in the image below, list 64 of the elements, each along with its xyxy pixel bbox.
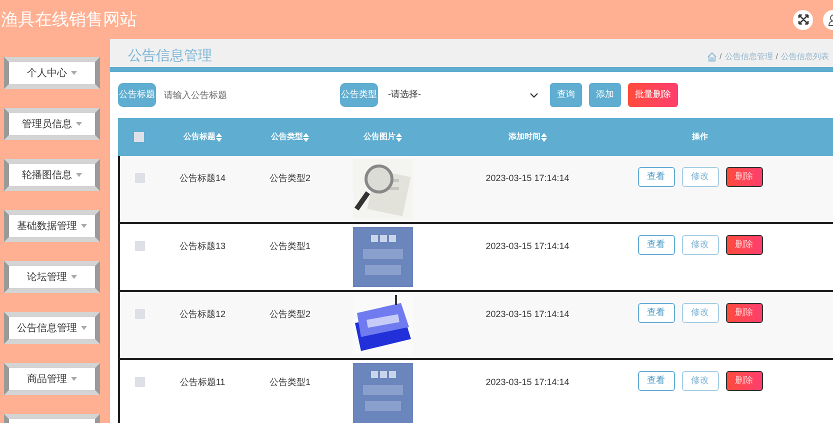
row-action-button[interactable]: 修改 [682,167,718,187]
title-search-field[interactable]: 请输入公告标题 [164,83,314,107]
column-header[interactable]: 公告标题 [184,131,222,143]
toolbar-button[interactable]: 查询 [550,83,582,107]
table-cell-text: 公告标题11 [180,376,226,389]
column-header[interactable]: 公告图片 [364,131,402,143]
table-cell-text: 公告类型2 [269,172,310,185]
sidebar-menu-button[interactable]: 商品管理 [4,363,100,395]
sidebar-menu-button[interactable]: 轮播图信息 [4,159,100,191]
breadcrumb-separator: / [776,51,778,63]
row-action-button[interactable]: 删除 [726,371,762,391]
checkbox[interactable] [135,173,145,183]
sidebar-menu-button[interactable]: 论坛管理 [4,261,100,293]
row-action-button[interactable]: 删除 [726,303,762,323]
page-title: 公告信息管理 [128,46,212,65]
sidebar-menu-button[interactable]: 个人中心 [4,57,100,89]
home-icon[interactable] [706,52,717,62]
table-cell-text: 公告类型1 [269,240,310,253]
row-action-button[interactable]: 查看 [638,235,674,255]
caret-icon [81,326,87,330]
caret-icon [76,122,82,126]
field-label: 公告标题 [118,83,156,107]
row-action-button[interactable]: 查看 [638,167,674,187]
sidebar-menu-button[interactable]: 公告信息管理 [4,312,100,344]
table-cell-text: 公告类型1 [269,376,310,389]
field-label: 公告类型 [340,83,378,107]
checkbox[interactable] [135,377,145,387]
toolbar-button[interactable]: 批量删除 [628,83,678,107]
checkbox[interactable] [134,132,144,142]
breadcrumb-link[interactable]: 公告信息列表 [781,51,829,63]
row-action-button[interactable]: 修改 [682,303,718,323]
table-cell-text: 2023-03-15 17:14:14 [486,376,570,389]
table-cell-text: 2023-03-15 17:14:14 [486,240,570,253]
caret-icon [81,224,87,228]
table-cell-text: 公告标题14 [179,172,226,185]
caret-icon [71,275,77,279]
caret-icon [71,71,77,75]
table-cell-text: 公告标题12 [179,308,226,321]
row-action-button[interactable]: 查看 [638,303,674,323]
caret-icon [76,173,82,177]
table-cell-text: 公告标题13 [179,240,226,253]
fullscreen-icon[interactable] [793,10,813,30]
sidebar-menu-button[interactable]: 管理员信息 [4,108,100,140]
breadcrumb-link[interactable]: 公告信息管理 [724,51,773,63]
column-header[interactable]: 公告类型 [271,131,309,143]
row-action-button[interactable]: 修改 [682,235,718,255]
row-action-button[interactable]: 删除 [726,167,762,187]
column-header: 操作 [692,131,708,143]
table-cell-text: 2023-03-15 17:14:14 [486,172,570,185]
chevron-down-icon [530,92,538,98]
sidebar-menu-button[interactable]: 基础数据管理 [4,210,100,242]
row-action-button[interactable]: 修改 [682,371,718,391]
checkbox[interactable] [135,241,145,251]
site-title: 渔具在线销售网站 [1,8,137,31]
checkbox[interactable] [135,309,145,319]
caret-icon [71,377,77,381]
column-header[interactable]: 添加时间 [508,131,546,143]
row-action-button[interactable]: 查看 [638,371,674,391]
breadcrumb-separator: / [720,51,722,63]
table-cell-text: 公告类型2 [269,308,310,321]
type-select[interactable]: -请选择- [388,83,538,107]
row-action-button[interactable]: 删除 [726,235,762,255]
table-cell-text: 2023-03-15 17:14:14 [486,308,570,321]
toolbar-button[interactable]: 添加 [589,83,621,107]
